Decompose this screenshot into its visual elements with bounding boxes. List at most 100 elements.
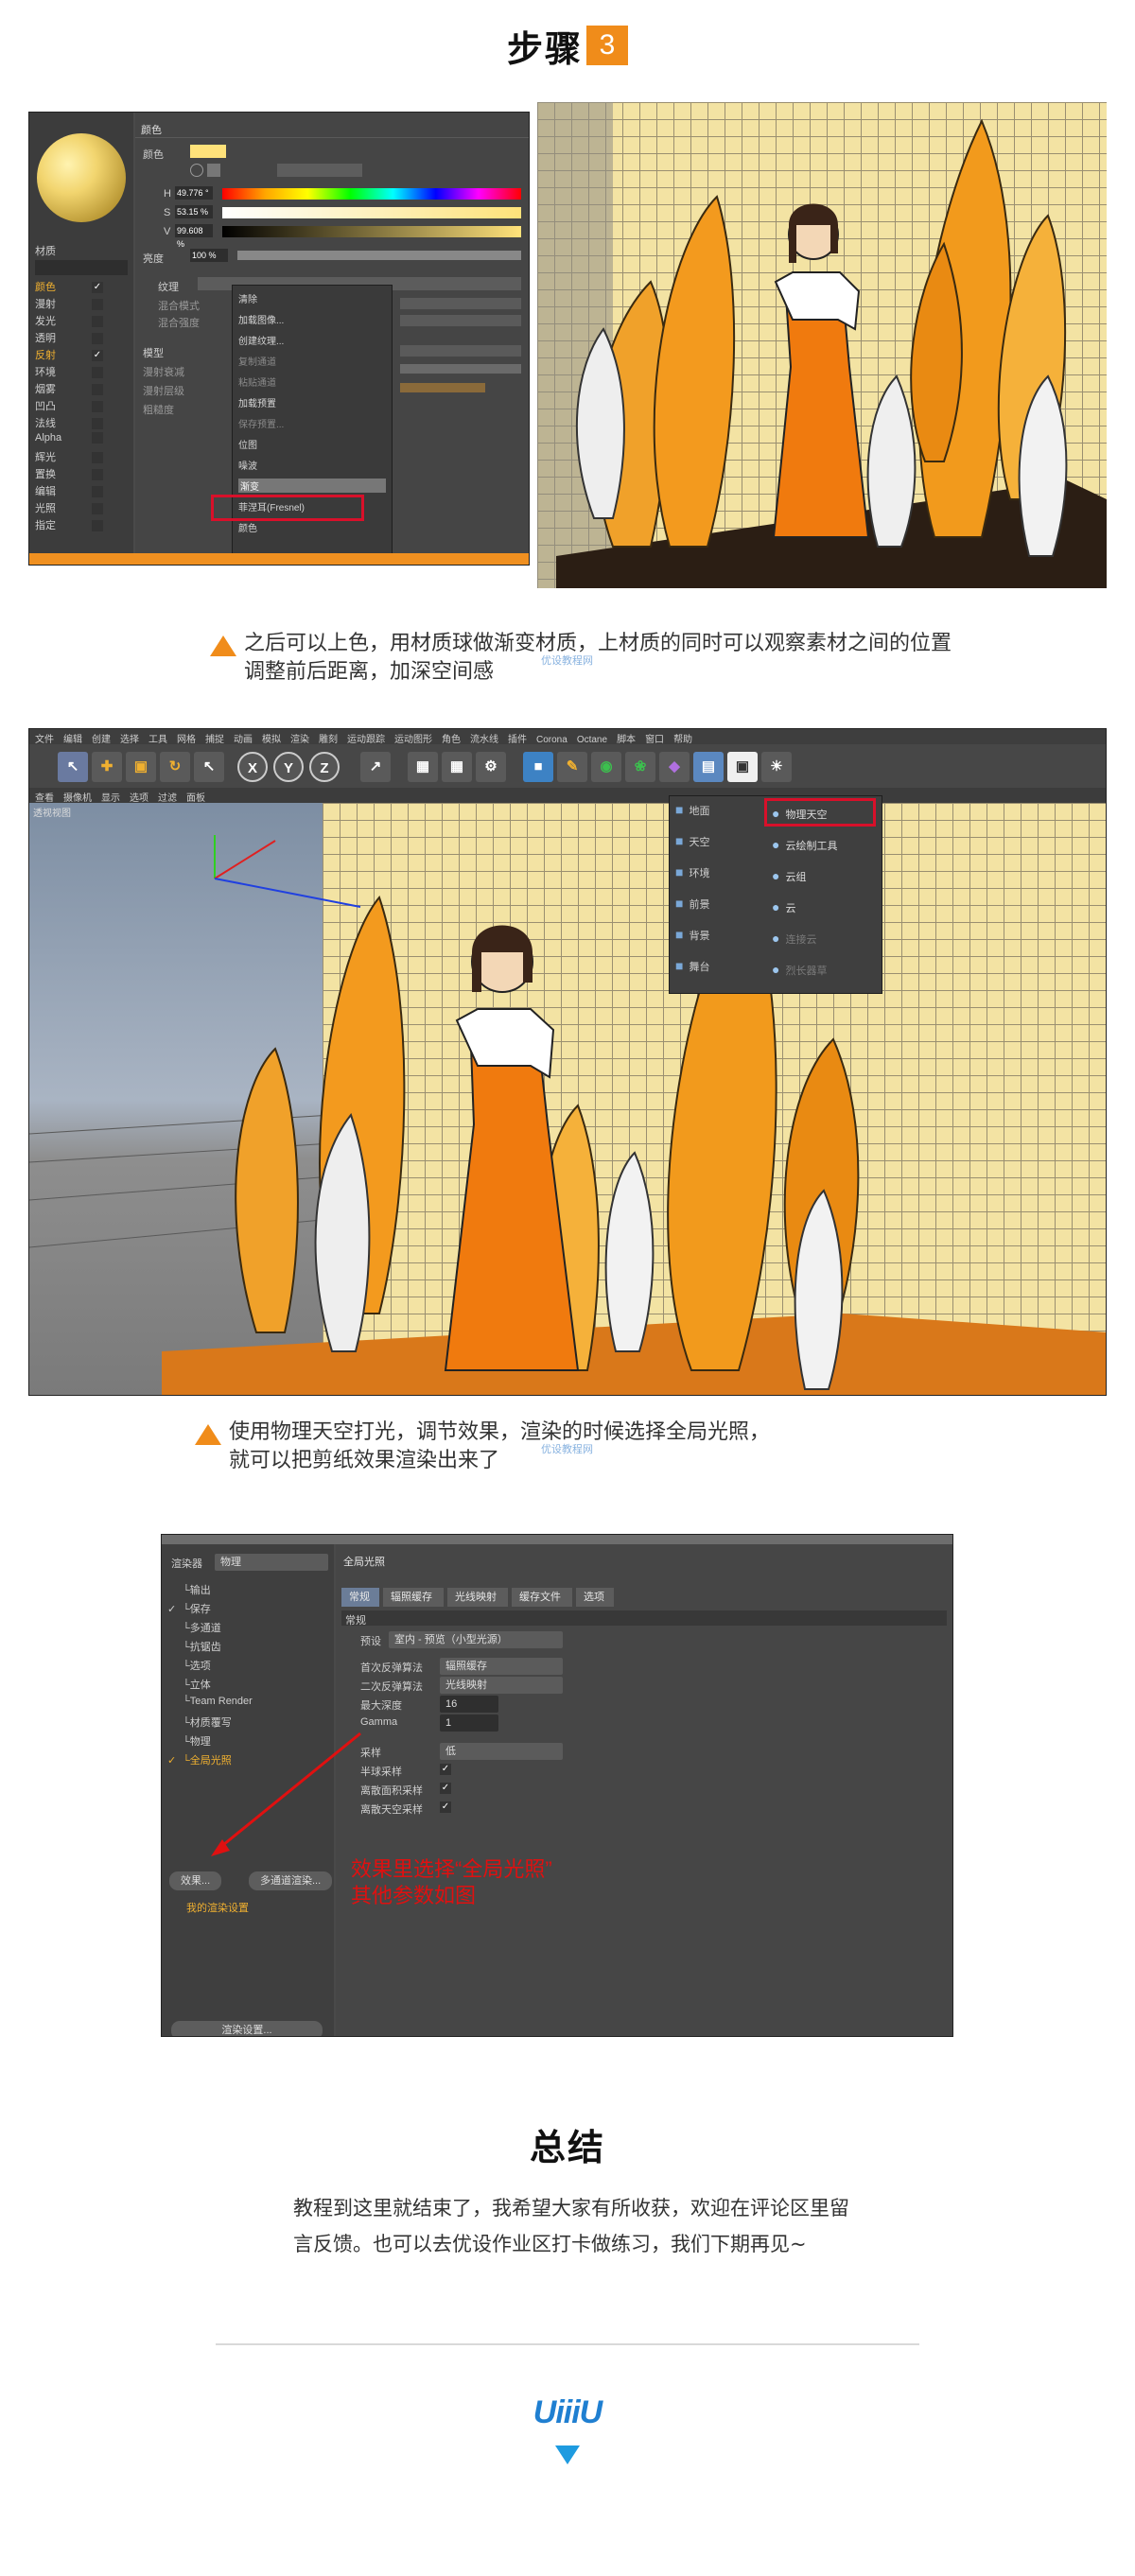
channel-item[interactable]: 编辑 [35, 483, 130, 498]
sky-menu-item[interactable]: ■ 天空 [675, 833, 709, 849]
h-field[interactable]: 49.776 ° [175, 186, 213, 200]
color-mode-buttons[interactable] [277, 164, 362, 177]
sky-popup-menu: ■ 地面 ■ 天空 ■ 环境 ■ 前景 ■ 背景 ■ 舞台 ● 物理天空 ● 云绘制工具 ● 云组 ● 云 ● 连接云 ●… [669, 795, 882, 994]
value-slider[interactable] [222, 226, 521, 237]
render-settings-icon[interactable]: ⚙ [476, 752, 506, 782]
channel-checkbox[interactable] [92, 299, 103, 311]
scale-tool-icon[interactable]: ▣ [126, 752, 156, 782]
context-menu-item[interactable]: 加载图像... [238, 312, 386, 326]
channel-item[interactable]: 烟雾 [35, 381, 130, 396]
channel-label: 发光 [35, 316, 56, 327]
channel-item[interactable]: 反射 ✓ [35, 347, 130, 362]
warning-triangle-icon-2 [195, 1424, 221, 1445]
sky-item-icon: ● [772, 931, 780, 946]
viewport-screenshot: 文件 编辑 创建 选择 工具 网格 捕捉 动画 模拟 渲染 雕刻 运动跟踪 运动图形 角色 流水线 插件 Cor… [28, 728, 1107, 1396]
channel-item[interactable]: 置换 [35, 466, 130, 481]
sky-item-label: 地面 [689, 806, 710, 817]
channel-item[interactable]: 发光 [35, 313, 130, 328]
step-word: 步骤 [506, 26, 583, 70]
brightness-field[interactable]: 100 % [190, 249, 228, 262]
material-name-field[interactable] [35, 260, 128, 275]
move-tool-icon[interactable]: ✚ [92, 752, 122, 782]
sky-menu-item[interactable]: ■ 背景 [675, 927, 709, 943]
camera-icon[interactable]: ▣ [727, 752, 758, 782]
channel-checkbox[interactable] [92, 503, 103, 515]
channel-checkbox[interactable] [92, 486, 103, 498]
context-menu-item[interactable]: 渐变 [238, 479, 386, 493]
channel-item[interactable]: 凹凸 [35, 398, 130, 413]
pen-icon[interactable]: ✎ [557, 752, 587, 782]
select-tool-icon[interactable]: ↖ [58, 752, 88, 782]
channel-checkbox[interactable] [92, 333, 103, 345]
channel-item[interactable]: 漫射 [35, 296, 130, 311]
sky-item-icon: ■ [675, 958, 684, 973]
context-menu-item[interactable]: 颜色 [238, 520, 386, 534]
color-wheel-icon[interactable] [190, 164, 203, 177]
channel-checkbox[interactable]: ✓ [92, 282, 103, 294]
paper-cut-render-1 [537, 102, 1107, 588]
context-menu-item[interactable]: 加载预置 [238, 395, 386, 409]
axis-z-button[interactable]: Z [309, 752, 340, 782]
perspective-view[interactable]: 透视视图 ■ 地面 ■ 天空 ■ 环境 ■ 前景 ■ 背景 ■ 舞台 ● 物理天… [29, 795, 1106, 1395]
channel-checkbox[interactable] [92, 401, 103, 413]
channel-item[interactable]: 辉光 [35, 449, 130, 464]
channel-item[interactable]: 颜色 ✓ [35, 279, 130, 294]
cloner-icon[interactable]: ❀ [625, 752, 655, 782]
subdivision-icon[interactable]: ◉ [591, 752, 621, 782]
saturation-slider[interactable] [222, 207, 521, 218]
caption-2: 使用物理天空打光，调节效果，渲染的时候选择全局光照， 就可以把剪纸效果渲染出来了 [229, 1419, 1042, 1475]
channel-item[interactable]: 法线 [35, 415, 130, 430]
render-view-icon[interactable]: ▦ [408, 752, 438, 782]
sky-menu-item[interactable]: ■ 舞台 [675, 958, 709, 974]
context-menu-item[interactable]: 噪波 [238, 458, 386, 472]
sky-item-label: 天空 [689, 837, 710, 848]
sky-menu-item[interactable]: ● 烈长器草 [772, 962, 827, 978]
sky-menu-item[interactable]: ■ 前景 [675, 896, 709, 912]
sky-menu-item[interactable]: ■ 环境 [675, 864, 709, 880]
coordinate-system-icon[interactable]: ↗ [360, 752, 391, 782]
channel-checkbox[interactable] [92, 384, 103, 396]
channel-checkbox[interactable] [92, 316, 103, 328]
axis-x-button[interactable]: X [237, 752, 268, 782]
sky-menu-item[interactable]: ● 云绘制工具 [772, 837, 837, 853]
channel-item[interactable]: 环境 [35, 364, 130, 379]
render-picture-icon[interactable]: ▦ [442, 752, 472, 782]
brightness-slider[interactable] [237, 251, 521, 260]
axis-y-button[interactable]: Y [273, 752, 304, 782]
channel-checkbox[interactable] [92, 367, 103, 379]
channel-checkbox[interactable] [92, 469, 103, 481]
channel-item[interactable]: Alpha [35, 432, 130, 444]
channel-item[interactable]: 光照 [35, 500, 130, 515]
caption-1: 之后可以上色，用材质球做渐变材质，上材质的同时可以观察素材之间的位置 调整前后距… [244, 630, 1057, 687]
sky-menu-item[interactable]: ● 云 [772, 899, 795, 915]
spectrum-icon[interactable] [207, 164, 220, 177]
channel-item[interactable]: 指定 [35, 517, 130, 532]
channel-checkbox[interactable] [92, 432, 103, 444]
hue-slider[interactable] [222, 188, 521, 200]
channel-checkbox[interactable] [92, 520, 103, 532]
sky-menu-item[interactable]: ■ 地面 [675, 802, 709, 818]
sky-menu-item[interactable]: ● 云组 [772, 868, 806, 884]
channel-label: 辉光 [35, 452, 56, 463]
recent-tool-icon[interactable]: ↖ [194, 752, 224, 782]
channel-item[interactable]: 透明 [35, 330, 130, 345]
context-menu-item[interactable]: 位图 [238, 437, 386, 451]
floor-icon[interactable]: ▤ [693, 752, 724, 782]
deformer-icon[interactable]: ◆ [659, 752, 690, 782]
cube-icon[interactable]: ■ [523, 752, 553, 782]
context-menu-item[interactable]: 粘贴通道 [238, 374, 386, 389]
v-field[interactable]: 99.608 % [175, 224, 213, 249]
context-menu-item[interactable]: 清除 [238, 291, 386, 305]
channel-checkbox[interactable] [92, 452, 103, 464]
s-field[interactable]: 53.15 % [175, 205, 213, 218]
mix-strength-label: 混合强度 [158, 318, 200, 329]
channel-checkbox[interactable] [92, 418, 103, 430]
channel-checkbox[interactable]: ✓ [92, 350, 103, 362]
context-menu-item[interactable]: 保存预置... [238, 416, 386, 430]
light-icon[interactable]: ☀ [761, 752, 792, 782]
rotate-tool-icon[interactable]: ↻ [160, 752, 190, 782]
context-menu-item[interactable]: 创建纹理... [238, 333, 386, 347]
context-menu-item[interactable]: 复制通道 [238, 354, 386, 368]
sky-menu-item[interactable]: ● 连接云 [772, 931, 816, 947]
color-swatch[interactable] [190, 145, 226, 158]
